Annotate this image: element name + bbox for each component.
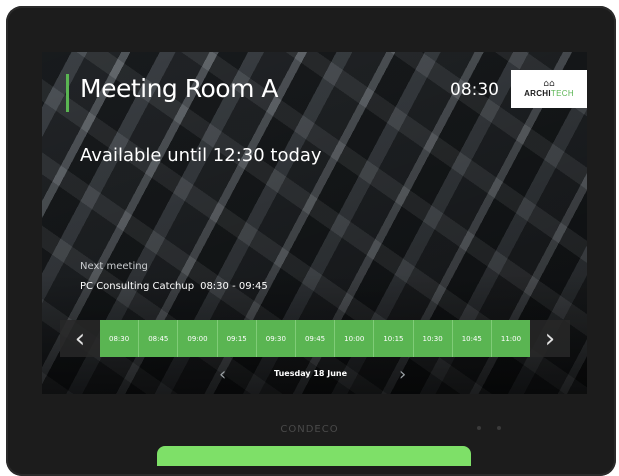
next-meeting-time: 08:30 - 09:45 (200, 281, 268, 292)
room-display-screen: Meeting Room A 08:30 ⌂⌂ ARCHITECH Availa… (42, 52, 587, 394)
time-slot[interactable]: 10:30 (413, 320, 453, 357)
timeline-prev-button[interactable]: ‹ (60, 320, 100, 357)
next-meeting-details: PC Consulting Catchup 08:30 - 09:45 (80, 281, 268, 292)
date-navigator: ‹ Tuesday 18 June › (42, 364, 587, 386)
sensor-dot (497, 426, 501, 430)
room-title: Meeting Room A (80, 74, 278, 103)
time-slot[interactable]: 10:00 (335, 320, 375, 357)
next-meeting-label: Next meeting (80, 261, 148, 272)
current-time: 08:30 (450, 80, 499, 100)
time-slot[interactable]: 09:15 (217, 320, 257, 357)
prev-day-button[interactable]: ‹ (219, 364, 226, 386)
time-slot[interactable]: 09:30 (256, 320, 296, 357)
time-slot[interactable]: 10:45 (452, 320, 492, 357)
status-light-bar (157, 446, 471, 466)
current-date: Tuesday 18 June (274, 369, 348, 378)
timeline-next-button[interactable]: › (530, 320, 570, 357)
time-slot[interactable]: 11:00 (491, 320, 531, 357)
booking-timeline: ‹ 08:30 08:45 09:00 09:15 09:30 09:45 10… (60, 320, 570, 357)
device-brand: CONDECO (280, 424, 339, 435)
logo-text-bold: ARCHI (524, 89, 551, 98)
time-slots: 08:30 08:45 09:00 09:15 09:30 09:45 10:0… (100, 320, 531, 357)
time-slot[interactable]: 08:45 (139, 320, 179, 357)
chevron-left-icon: ‹ (74, 323, 86, 354)
chevron-right-icon: › (544, 323, 556, 354)
logo-text: ARCHITECH (524, 89, 574, 99)
next-day-button[interactable]: › (399, 364, 406, 386)
title-accent-bar (66, 74, 69, 112)
company-logo: ⌂⌂ ARCHITECH (511, 70, 587, 108)
time-slot[interactable]: 09:00 (178, 320, 218, 357)
time-slot[interactable]: 10:15 (374, 320, 414, 357)
building-icon: ⌂⌂ (543, 79, 555, 89)
availability-status: Available until 12:30 today (80, 145, 322, 166)
next-meeting-name: PC Consulting Catchup (80, 281, 195, 292)
time-slot[interactable]: 08:30 (100, 320, 140, 357)
logo-text-light: TECH (550, 89, 574, 98)
sensor-dot (477, 426, 481, 430)
time-slot[interactable]: 09:45 (295, 320, 336, 357)
